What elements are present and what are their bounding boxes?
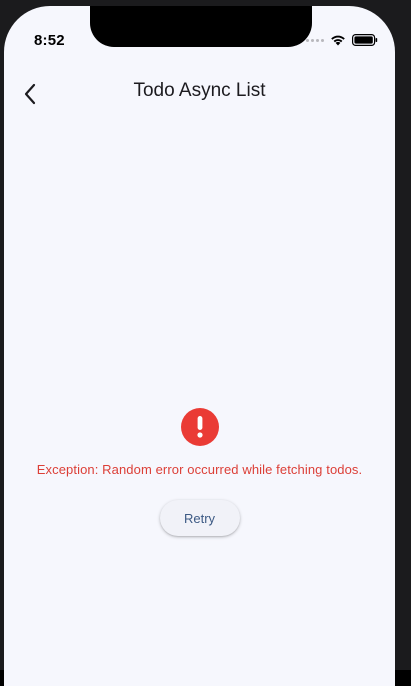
error-state: Exception: Random error occurred while f… [4,408,395,536]
device-frame: 8:52 Todo Async List Exception: Random e… [0,0,411,686]
app-screen: 8:52 Todo Async List Exception: Random e… [4,6,395,686]
exclamation-circle-icon [180,408,219,446]
status-bar-icons [306,34,378,46]
battery-icon [352,34,378,46]
page-title: Todo Async List [133,80,266,101]
exclamation-mark-glyph [196,416,203,438]
error-message: Exception: Random error occurred while f… [36,462,363,477]
status-bar-time: 8:52 [34,32,65,49]
app-bar: Todo Async List [4,70,395,120]
device-notch [90,6,312,47]
cellular-signal-icon [306,38,324,42]
wifi-icon [331,35,345,46]
retry-button[interactable]: Retry [159,500,240,536]
